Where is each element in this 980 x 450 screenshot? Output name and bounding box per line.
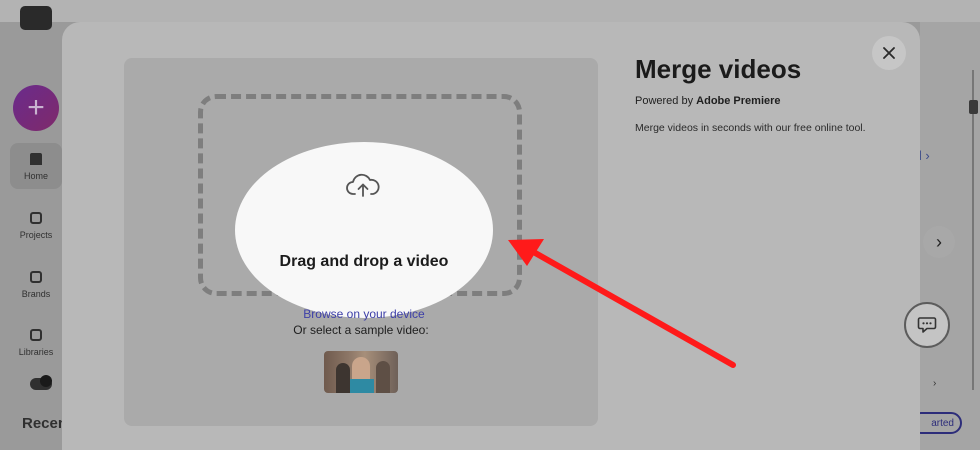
modal-title: Merge videos xyxy=(635,54,802,84)
nav-item-label: Libraries xyxy=(18,347,54,357)
create-button[interactable]: + xyxy=(13,85,59,131)
scrollbar-thumb[interactable] xyxy=(969,100,978,114)
sample-video-thumbnail[interactable] xyxy=(324,351,398,393)
nav-item-home[interactable]: Home xyxy=(10,143,62,189)
powered-by-text: Powered by Adobe Premiere xyxy=(635,95,781,107)
nav-item-label: Brands xyxy=(21,289,51,299)
close-icon xyxy=(883,47,895,59)
powered-brand: Adobe Premiere xyxy=(696,95,781,107)
merge-videos-modal: Drag and drop a video Browse on your dev… xyxy=(62,22,920,450)
nav-item-label: Home xyxy=(23,171,48,181)
drop-panel: Drag and drop a video Browse on your dev… xyxy=(124,58,598,426)
cloud-upload-icon xyxy=(346,173,380,197)
notification-dot xyxy=(40,375,52,387)
modal-description: Merge videos in seconds with our free on… xyxy=(635,122,866,134)
nav-item-label: Projects xyxy=(19,230,53,240)
sample-video-label: Or select a sample video: xyxy=(293,323,429,337)
recent-heading: Recen xyxy=(22,415,68,432)
nav-item-libraries[interactable]: Libraries xyxy=(10,329,62,357)
thumbnail-person-shirt xyxy=(350,379,374,393)
carousel-next-button[interactable]: › xyxy=(923,226,955,258)
brands-icon xyxy=(30,271,42,283)
nav-item-projects[interactable]: Projects xyxy=(10,212,62,240)
app-logo xyxy=(20,6,52,30)
libraries-icon xyxy=(30,329,42,341)
thumbnail-person xyxy=(336,363,350,393)
drop-title: Drag and drop a video xyxy=(279,253,449,270)
powered-prefix: Powered by xyxy=(635,95,697,107)
drop-target[interactable]: Drag and drop a video Browse on your dev… xyxy=(235,142,493,321)
browse-device-link[interactable]: Browse on your device xyxy=(235,307,493,321)
close-button[interactable] xyxy=(872,36,906,70)
scrollbar-track[interactable] xyxy=(972,70,974,390)
chevron-icon: › xyxy=(933,378,937,389)
chat-icon xyxy=(917,317,937,333)
nav-item-brands[interactable]: Brands xyxy=(10,271,62,299)
thumbnail-person xyxy=(376,361,390,393)
projects-icon xyxy=(30,212,42,224)
chat-button[interactable] xyxy=(904,302,950,348)
home-icon xyxy=(30,153,42,165)
background-top-bar xyxy=(0,0,980,22)
chevron-right-icon: › xyxy=(936,231,942,252)
